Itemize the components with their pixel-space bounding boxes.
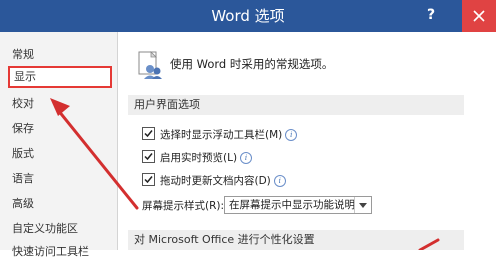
help-button[interactable]: ? [420, 0, 442, 32]
sidebar-item-general[interactable]: 常规 [8, 44, 112, 66]
sidebar-item-customize-ribbon[interactable]: 自定义功能区 [8, 218, 112, 240]
dropdown-button[interactable] [354, 197, 371, 213]
update-on-drag-checkbox[interactable] [142, 173, 155, 186]
update-on-drag-label: 拖动时更新文档内容(D) [160, 175, 271, 187]
general-options-icon [138, 51, 162, 79]
info-icon: i [240, 152, 253, 164]
checkmark-icon [144, 153, 153, 161]
personalize-section-header: 对 Microsoft Office 进行个性化设置 [128, 230, 464, 250]
live-preview-option[interactable]: 启用实时预览(L) i [142, 150, 253, 166]
info-icon: i [273, 175, 286, 187]
sidebar-item-advanced[interactable]: 高级 [8, 193, 112, 215]
screentip-style-value: 在屏幕提示中显示功能说明 [229, 199, 355, 211]
title-bar: Word 选项 ? [0, 0, 496, 32]
checkmark-icon [144, 176, 153, 184]
sidebar-item-layout[interactable]: 版式 [8, 143, 112, 165]
sidebar-item-quick-access-toolbar[interactable]: 快速访问工具栏 [8, 241, 112, 263]
chevron-down-icon [359, 203, 367, 208]
update-on-drag-option[interactable]: 拖动时更新文档内容(D) i [142, 173, 286, 189]
checkmark-icon [144, 130, 153, 138]
floating-toolbar-checkbox[interactable] [142, 127, 155, 140]
sidebar-item-save[interactable]: 保存 [8, 118, 112, 140]
sidebar-item-proofing[interactable]: 校对 [8, 93, 112, 115]
screentip-style-label: 屏幕提示样式(R): [142, 200, 225, 212]
live-preview-label: 启用实时预览(L) [160, 152, 238, 164]
floating-toolbar-option[interactable]: 选择时显示浮动工具栏(M) i [142, 127, 298, 143]
screentip-style-select[interactable]: 在屏幕提示中显示功能说明 [224, 196, 372, 214]
floating-toolbar-label: 选择时显示浮动工具栏(M) [160, 129, 283, 141]
close-icon [473, 10, 485, 22]
sidebar-item-display[interactable]: 显示 [8, 66, 112, 88]
sidebar-item-language[interactable]: 语言 [8, 168, 112, 190]
options-sidebar: 常规 显示 校对 保存 版式 语言 高级 自定义功能区 快速访问工具栏 [0, 32, 118, 258]
ui-options-section-header: 用户界面选项 [128, 95, 464, 115]
info-icon: i [285, 129, 298, 141]
live-preview-checkbox[interactable] [142, 150, 155, 163]
intro-text: 使用 Word 时采用的常规选项。 [170, 57, 334, 71]
close-button[interactable] [462, 0, 496, 32]
